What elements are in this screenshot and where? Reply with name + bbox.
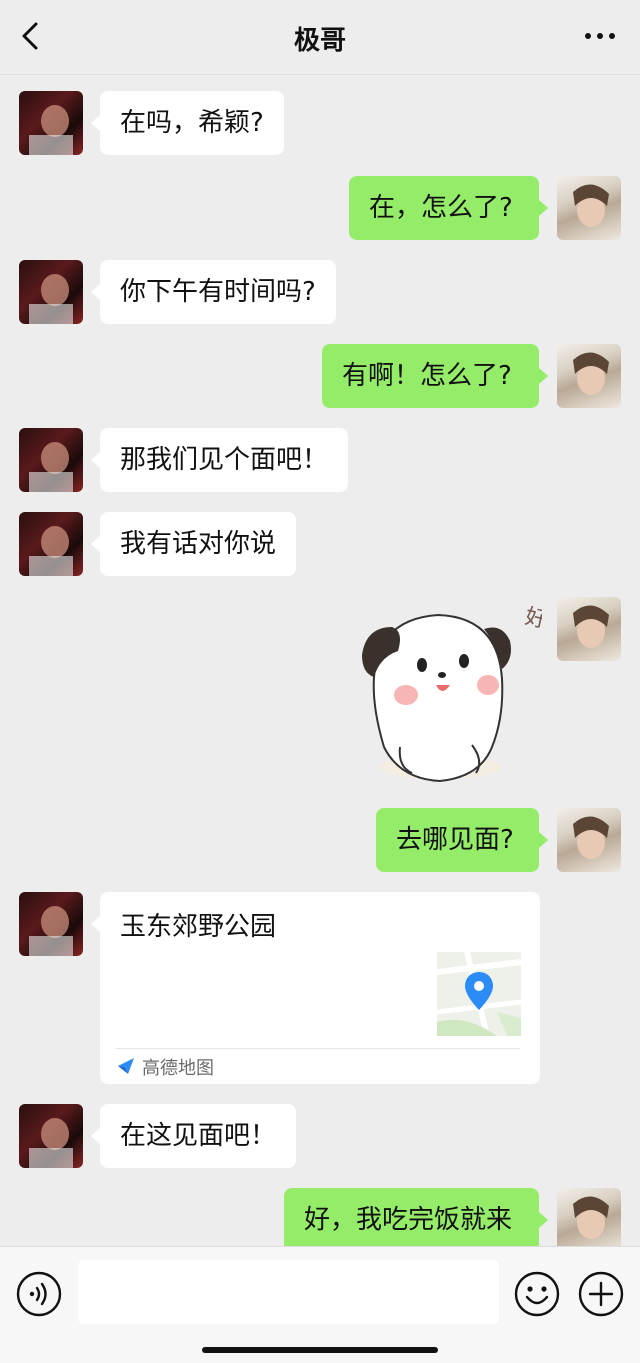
location-card[interactable]: 玉东郊野公园 高德地图 xyxy=(91,892,540,1084)
home-indicator xyxy=(202,1347,438,1353)
message-bubble[interactable]: 你下午有时间吗? xyxy=(91,260,336,324)
avatar-contact[interactable] xyxy=(19,1104,83,1168)
message-bubble[interactable]: 我有话对你说 xyxy=(90,512,297,576)
more-icon[interactable] xyxy=(582,22,618,50)
avatar-contact[interactable] xyxy=(19,91,83,155)
input-bar xyxy=(0,1246,640,1363)
voice-icon[interactable] xyxy=(16,1271,62,1317)
location-title: 玉东郊野公园 xyxy=(120,912,277,942)
avatar-self[interactable] xyxy=(557,597,621,661)
amap-logo-icon xyxy=(118,1058,134,1074)
message-bubble[interactable]: 在，怎么了? xyxy=(349,176,548,240)
location-source-name: 高德地图 xyxy=(142,1058,214,1079)
message-bubble[interactable]: 那我们见个面吧！ xyxy=(90,428,349,492)
plus-icon[interactable] xyxy=(578,1271,624,1317)
avatar-contact[interactable] xyxy=(19,260,83,324)
message-bubble[interactable]: 好，我吃完饭就来 xyxy=(284,1188,548,1252)
card-divider xyxy=(116,1048,520,1049)
emoji-icon[interactable] xyxy=(514,1271,560,1317)
message-bubble[interactable]: 在这见面吧！ xyxy=(90,1104,297,1168)
sticker-image[interactable]: 好！ xyxy=(352,597,542,787)
message-bubble[interactable]: 去哪见面? xyxy=(376,808,548,872)
map-thumbnail xyxy=(437,952,521,1036)
message-bubble[interactable]: 有啊！怎么了? xyxy=(322,344,548,408)
sticker-caption: 好！ xyxy=(523,604,542,638)
chat-header: 极哥 xyxy=(0,0,640,75)
avatar-contact[interactable] xyxy=(19,892,83,956)
avatar-self[interactable] xyxy=(557,344,621,408)
avatar-contact[interactable] xyxy=(19,428,83,492)
chat-title: 极哥 xyxy=(293,26,346,56)
avatar-self[interactable] xyxy=(557,808,621,872)
avatar-self[interactable] xyxy=(557,1188,621,1252)
message-input[interactable] xyxy=(78,1260,499,1324)
avatar-self[interactable] xyxy=(557,176,621,240)
message-bubble[interactable]: 在吗，希颖? xyxy=(91,91,284,155)
avatar-contact[interactable] xyxy=(19,512,83,576)
